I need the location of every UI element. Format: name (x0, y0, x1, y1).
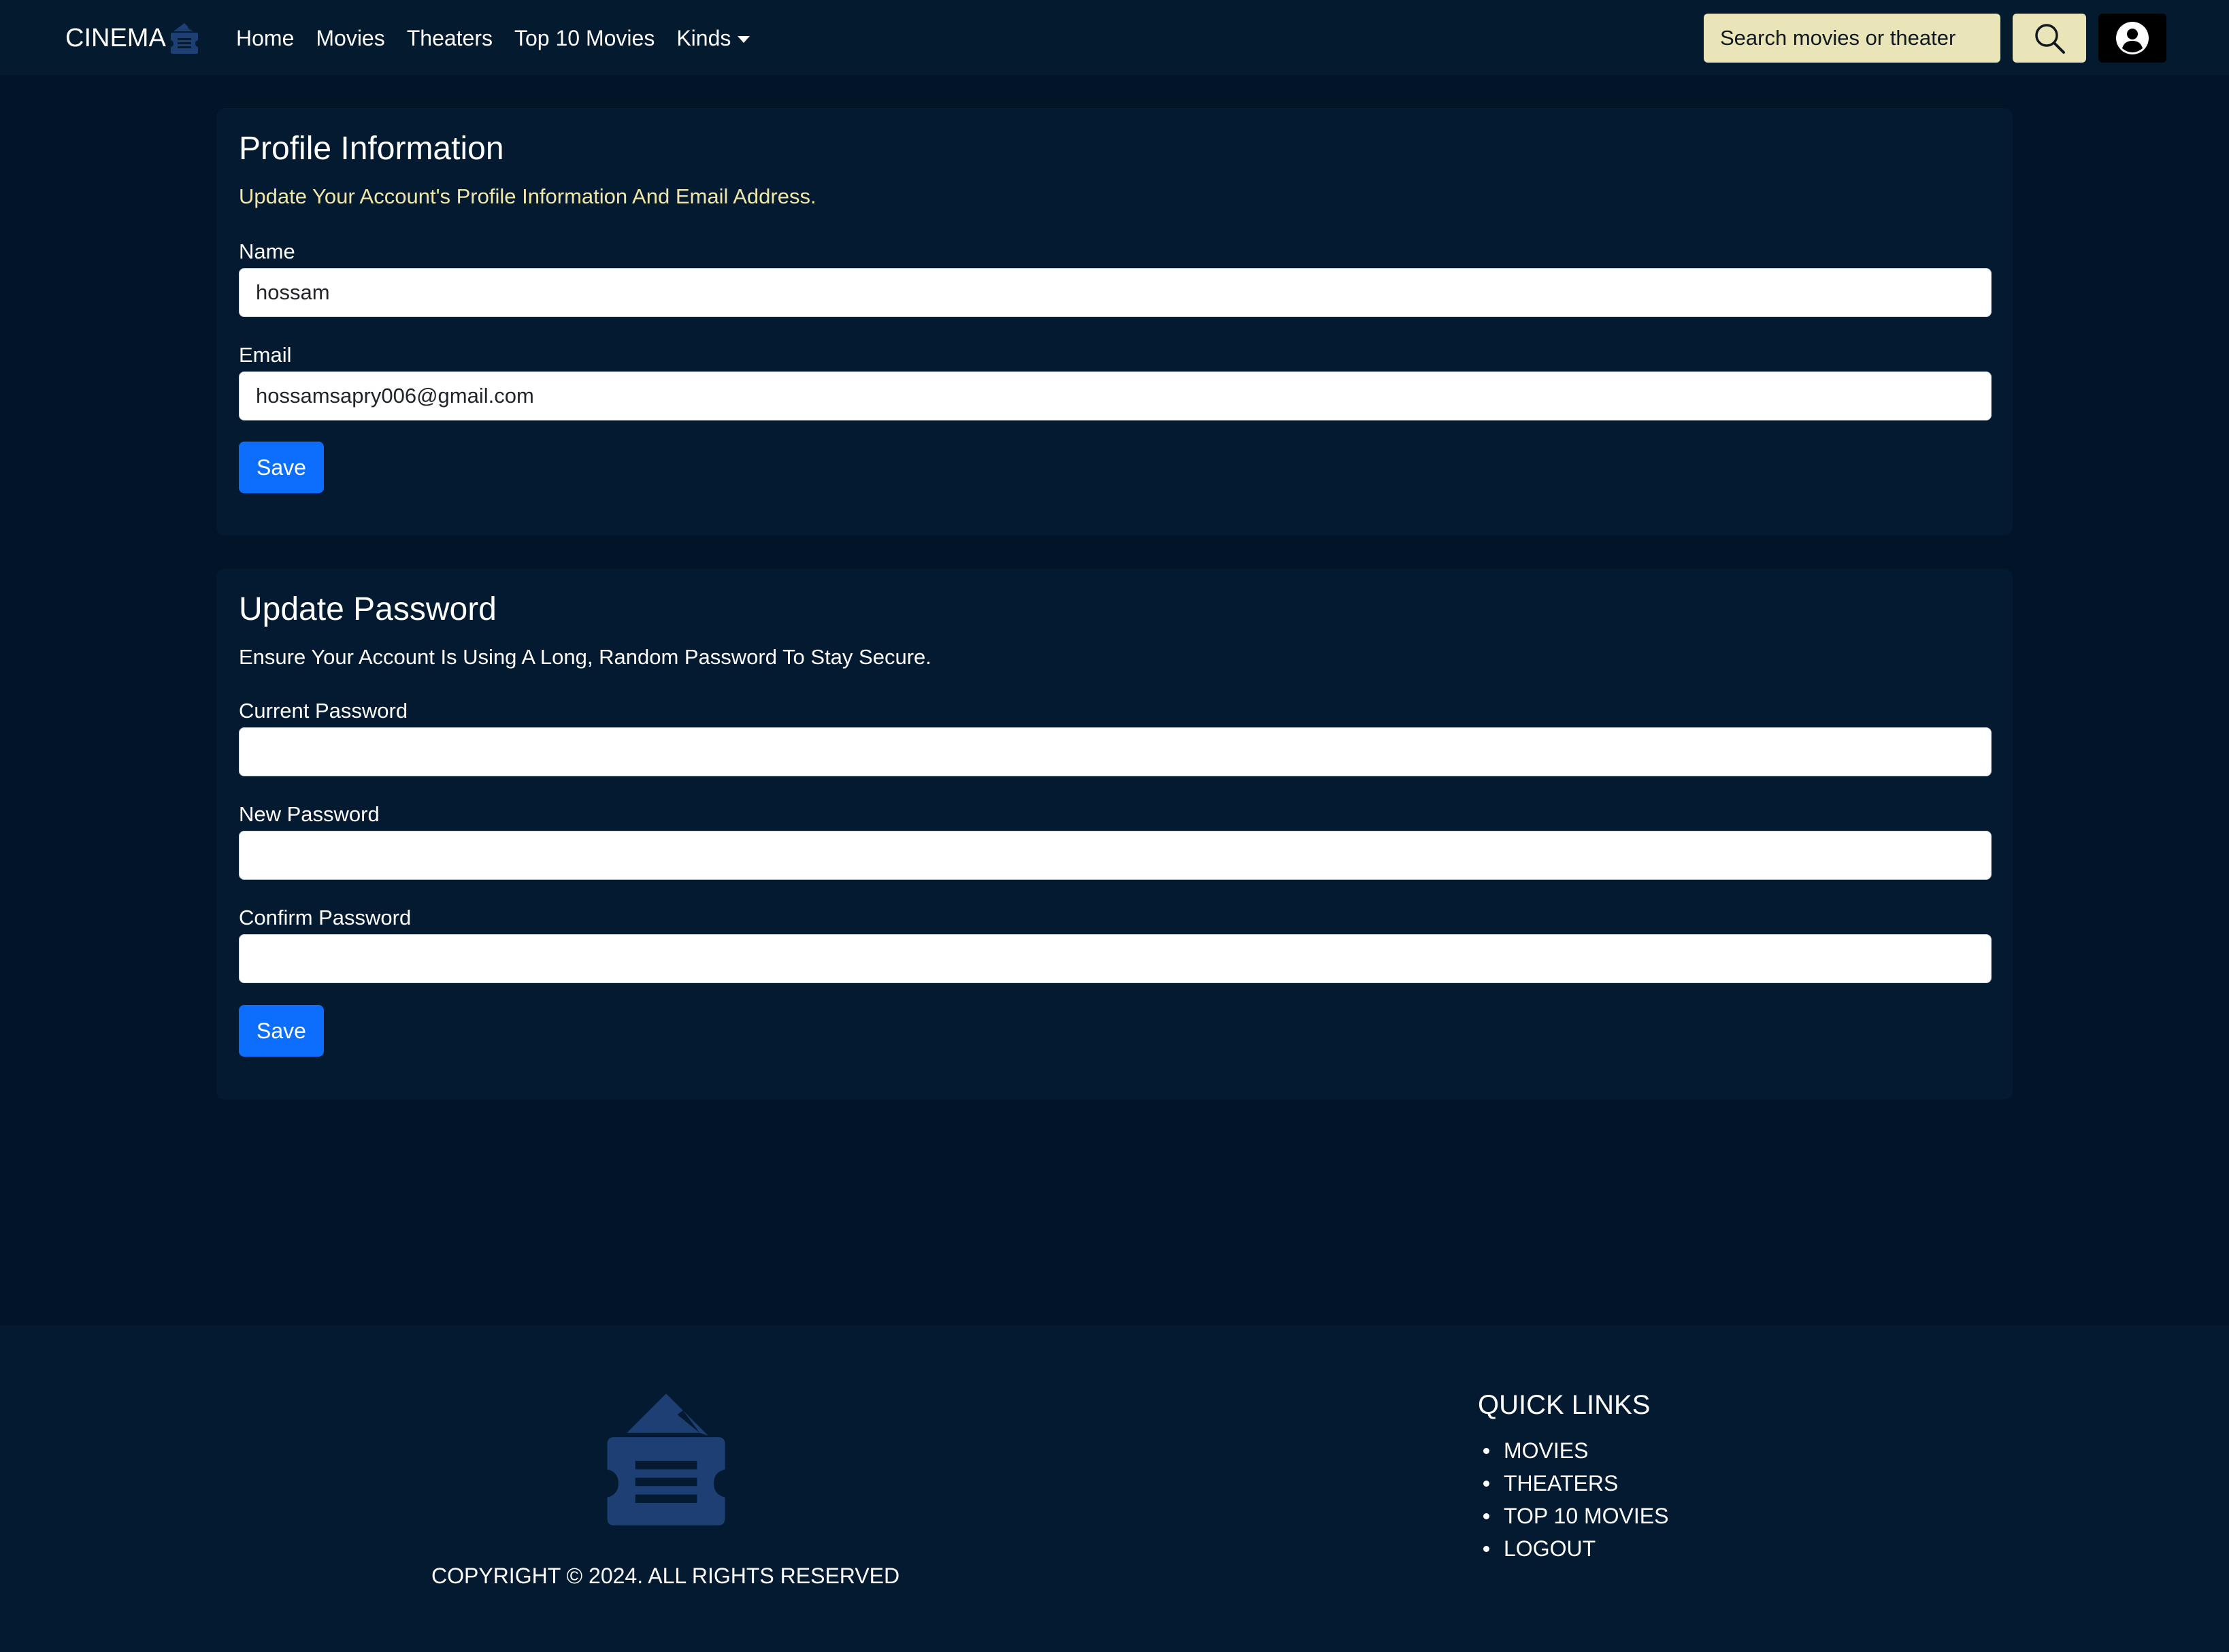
nav-top-10-movies[interactable]: Top 10 Movies (514, 26, 655, 51)
nav-theaters[interactable]: Theaters (407, 26, 493, 51)
search-button[interactable] (2013, 14, 2086, 63)
nav-kinds-label: Kinds (676, 25, 731, 50)
quick-link-logout[interactable]: LOGOUT (1478, 1532, 1668, 1565)
brand-link[interactable]: CINEMA (65, 19, 201, 57)
profile-card: Profile Information Update Your Account'… (216, 108, 2013, 535)
password-title: Update Password (239, 591, 497, 627)
password-save-button[interactable]: Save (239, 1005, 324, 1057)
quick-links-title: QUICK LINKS (1478, 1390, 1651, 1420)
user-menu-button[interactable] (2098, 14, 2166, 63)
confirm-password-field[interactable] (239, 934, 1992, 983)
password-subtitle: Ensure Your Account Is Using A Long, Ran… (239, 645, 931, 669)
cinema-ticket-icon (170, 23, 198, 54)
email-field[interactable] (239, 371, 1992, 420)
nav-home[interactable]: Home (236, 26, 294, 51)
nav-kinds-dropdown[interactable]: Kinds (676, 26, 750, 51)
nav-movies[interactable]: Movies (316, 26, 384, 51)
current-password-field[interactable] (239, 727, 1992, 776)
profile-title: Profile Information (239, 131, 504, 167)
caret-down-icon (738, 36, 750, 44)
name-label: Name (239, 239, 295, 263)
email-label: Email (239, 343, 292, 367)
new-password-label: New Password (239, 802, 380, 826)
navbar: CINEMA Home Movies Theaters Top 10 Movie… (0, 0, 2229, 75)
current-password-label: Current Password (239, 699, 408, 723)
quick-link-movies[interactable]: MOVIES (1478, 1434, 1668, 1467)
search-icon (2035, 24, 2065, 54)
quick-link-top-10-movies[interactable]: TOP 10 MOVIES (1478, 1500, 1668, 1532)
name-field[interactable] (239, 268, 1992, 317)
footer: COPYRIGHT © 2024. ALL RIGHTS RESERVED QU… (0, 1325, 2229, 1652)
search-input[interactable] (1704, 14, 2000, 63)
confirm-password-label: Confirm Password (239, 906, 412, 929)
new-password-field[interactable] (239, 831, 1992, 880)
user-circle-icon (2116, 22, 2149, 54)
copyright-text: COPYRIGHT © 2024. ALL RIGHTS RESERVED (431, 1564, 900, 1588)
quick-link-theaters[interactable]: THEATERS (1478, 1467, 1668, 1500)
brand-text: CINEMA (65, 23, 166, 52)
profile-subtitle: Update Your Account's Profile Informatio… (239, 184, 816, 208)
quick-links-list: MOVIES THEATERS TOP 10 MOVIES LOGOUT (1478, 1434, 1668, 1565)
password-card: Update Password Ensure Your Account Is U… (216, 569, 2013, 1100)
cinema-ticket-icon (607, 1393, 725, 1525)
nav-links: Home Movies Theaters Top 10 Movies Kinds (236, 19, 750, 57)
profile-save-button[interactable]: Save (239, 442, 324, 493)
